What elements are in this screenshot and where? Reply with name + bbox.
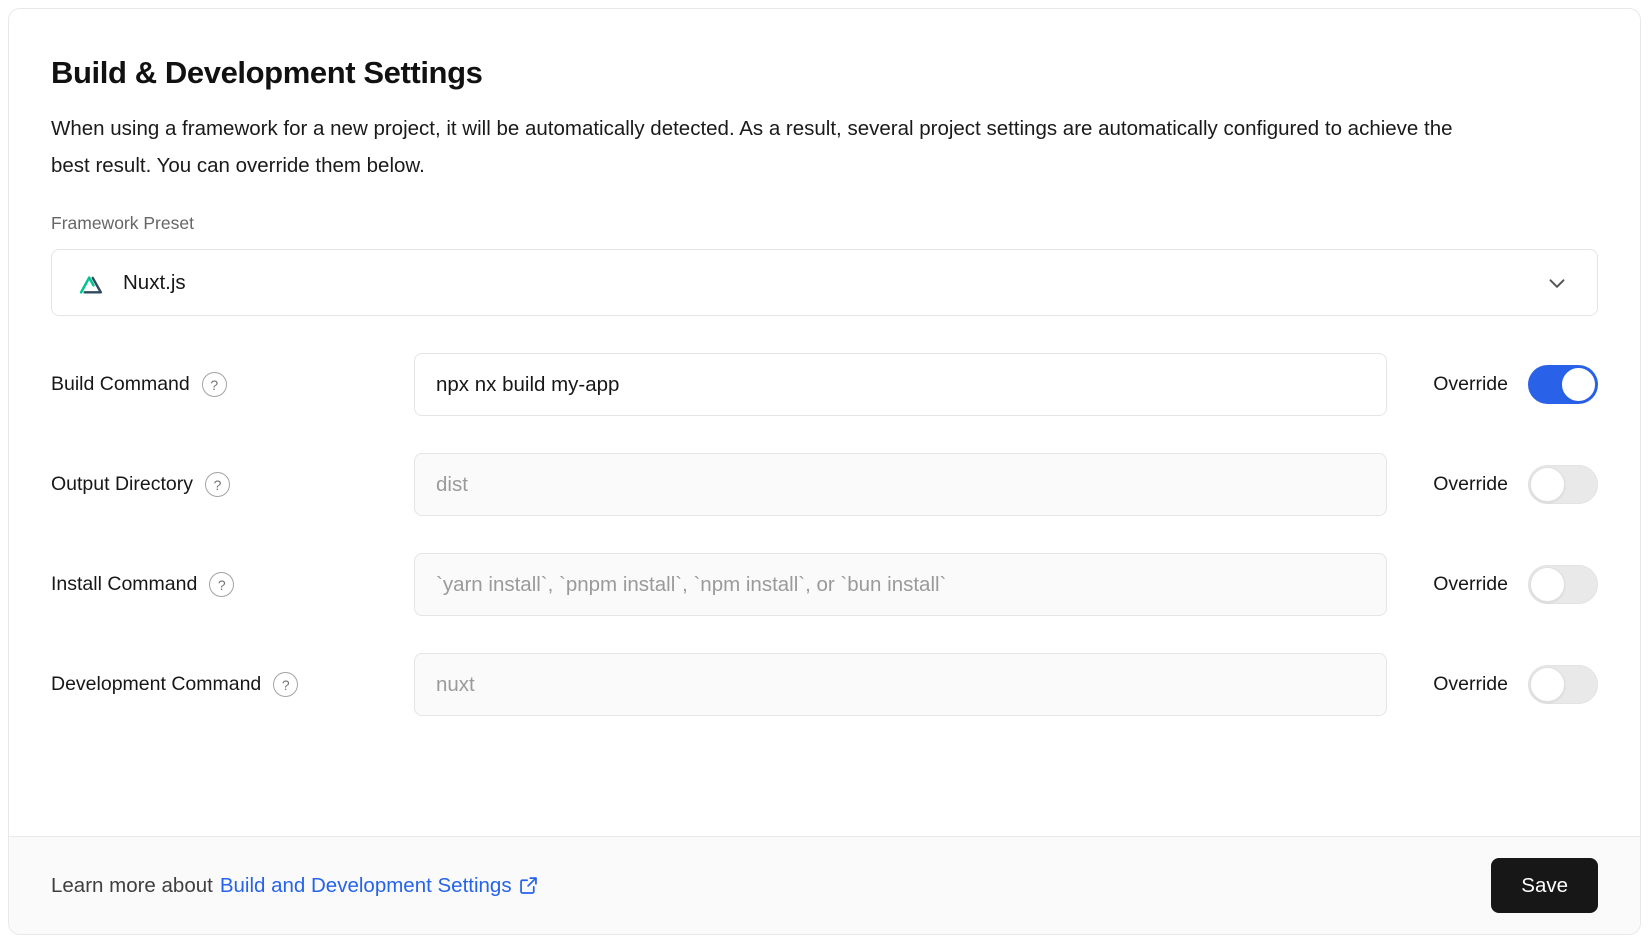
framework-preset-select[interactable]: Nuxt.js [51, 249, 1598, 316]
override-label: Override [1433, 373, 1508, 396]
output-directory-row: Output Directory ? Override [51, 453, 1598, 516]
chevron-down-icon [1544, 270, 1570, 296]
learn-more-prefix: Learn more about [51, 874, 213, 898]
save-button[interactable]: Save [1491, 858, 1598, 913]
install-command-input[interactable] [414, 553, 1387, 616]
framework-preset-label: Framework Preset [51, 213, 1598, 234]
build-command-label: Build Command [51, 373, 190, 396]
external-link-icon [518, 875, 539, 896]
build-settings-card: Build & Development Settings When using … [8, 8, 1641, 935]
framework-preset-value: Nuxt.js [123, 271, 186, 295]
help-icon[interactable]: ? [209, 572, 234, 597]
override-label: Override [1433, 473, 1508, 496]
install-command-row: Install Command ? Override [51, 553, 1598, 616]
development-command-input[interactable] [414, 653, 1387, 716]
install-command-override-toggle[interactable] [1528, 565, 1598, 604]
build-command-override-toggle[interactable] [1528, 365, 1598, 404]
output-directory-label: Output Directory [51, 473, 193, 496]
nuxt-logo-icon [79, 269, 110, 296]
override-label: Override [1433, 673, 1508, 696]
development-command-override-toggle[interactable] [1528, 665, 1598, 704]
output-directory-input[interactable] [414, 453, 1387, 516]
toggle-knob [1561, 367, 1596, 402]
toggle-knob [1530, 467, 1565, 502]
development-command-label: Development Command [51, 673, 261, 696]
toggle-knob [1530, 567, 1565, 602]
help-icon[interactable]: ? [273, 672, 298, 697]
help-icon[interactable]: ? [202, 372, 227, 397]
docs-link-label: Build and Development Settings [220, 874, 512, 898]
development-command-row: Development Command ? Override [51, 653, 1598, 716]
toggle-knob [1530, 667, 1565, 702]
override-label: Override [1433, 573, 1508, 596]
output-directory-override-toggle[interactable] [1528, 465, 1598, 504]
build-command-input[interactable] [414, 353, 1387, 416]
help-icon[interactable]: ? [205, 472, 230, 497]
learn-more-text: Learn more about Build and Development S… [51, 874, 539, 898]
card-footer: Learn more about Build and Development S… [9, 836, 1640, 934]
build-settings-docs-link[interactable]: Build and Development Settings [220, 874, 539, 898]
build-command-row: Build Command ? Override [51, 353, 1598, 416]
install-command-label: Install Command [51, 573, 197, 596]
settings-description: When using a framework for a new project… [51, 110, 1461, 184]
page-title: Build & Development Settings [51, 55, 1598, 91]
